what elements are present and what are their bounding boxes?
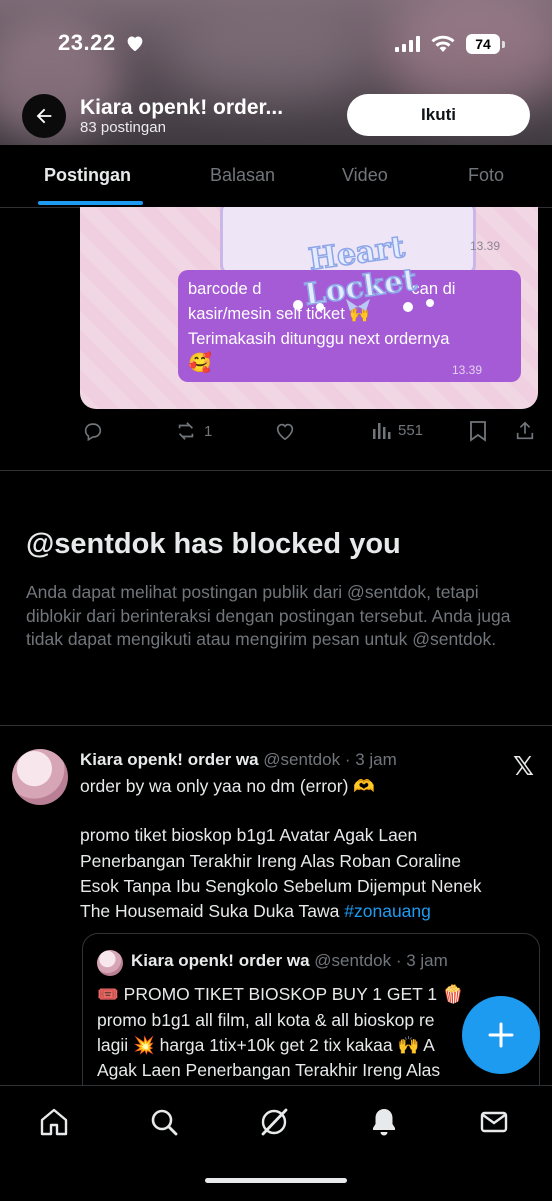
- tweet-text-line-3: Penerbangan Terakhir Ireng Alas Roban Co…: [80, 851, 462, 871]
- repost-button[interactable]: 1: [174, 420, 212, 442]
- quoted-text-line-3: lagii 💥 harga 1tix+10k get 2 tix kakaa 🙌…: [97, 1035, 435, 1055]
- share-icon: [516, 421, 534, 440]
- avatar: [97, 950, 123, 976]
- compose-button[interactable]: [462, 996, 540, 1074]
- chat-bubble-emoji: 🥰: [188, 353, 212, 374]
- chat-card-time: 13.39: [470, 239, 501, 253]
- blocked-description: Anda dapat melihat postingan publik dari…: [26, 582, 511, 649]
- tweet-text-line-5: The Housemaid Suka Duka Tawa #zonauang: [80, 901, 431, 921]
- status-bar: 23.22 74: [0, 30, 552, 60]
- chat-bubble-time: 13.39: [452, 363, 483, 377]
- wifi-icon: [431, 35, 455, 52]
- share-button[interactable]: [514, 420, 536, 442]
- signal-icon: [395, 36, 420, 52]
- messages-icon: [480, 1111, 508, 1133]
- nav-search[interactable]: [146, 1104, 182, 1140]
- active-tab-indicator: [38, 201, 143, 205]
- tweet-text-line-1: order by wa only yaa no dm (error) 🫶: [80, 776, 376, 796]
- repost-count: 1: [204, 422, 213, 440]
- post-media-image[interactable]: 13.39 barcode d can di kasir/mesin self t…: [80, 207, 538, 409]
- repost-icon: [178, 422, 194, 440]
- bookmark-button[interactable]: [468, 420, 488, 442]
- tab-foto[interactable]: Foto: [468, 165, 504, 186]
- back-button[interactable]: [22, 94, 66, 138]
- chat-bubble-line-3: Terimakasih ditunggu next ordernya: [188, 330, 450, 348]
- tweet-time: · 3 jam: [344, 750, 397, 769]
- reply-button[interactable]: [82, 420, 104, 442]
- grok-icon: [261, 1108, 288, 1136]
- x-logo-icon: 𝕏: [513, 752, 534, 782]
- tab-postingan[interactable]: Postingan: [44, 165, 131, 186]
- tab-balasan[interactable]: Balasan: [210, 165, 275, 186]
- quoted-tweet-header: Kiara openk! order wa @sentdok · 3 jam: [131, 951, 448, 971]
- tab-video[interactable]: Video: [342, 165, 388, 186]
- blocked-title: @sentdok has blocked you: [26, 528, 401, 560]
- views-icon: [373, 423, 391, 439]
- plus-icon: [488, 1022, 514, 1048]
- home-indicator: [205, 1178, 347, 1183]
- tweet-header: Kiara openk! order wa @sentdok · 3 jam: [80, 750, 397, 770]
- nav-home[interactable]: [36, 1104, 72, 1140]
- bookmark-icon: [470, 421, 486, 442]
- back-arrow-icon: [36, 108, 52, 124]
- quoted-author-name: Kiara openk! order wa: [131, 951, 310, 970]
- post-count: 83 postingan: [80, 119, 166, 136]
- views-button[interactable]: 551: [372, 420, 423, 440]
- tweet-author-name[interactable]: Kiara openk! order wa: [80, 750, 259, 769]
- views-count: 551: [398, 421, 424, 439]
- bottom-navigation: [0, 1085, 552, 1201]
- nav-grok[interactable]: [256, 1104, 292, 1140]
- like-icon: [276, 423, 294, 441]
- heart-locket-sticker: Heart Locket: [293, 229, 434, 313]
- divider: [0, 725, 552, 726]
- quoted-tweet-time: · 3 jam: [395, 951, 448, 970]
- follow-button[interactable]: Ikuti: [347, 94, 530, 136]
- heart-icon: [127, 36, 143, 52]
- quoted-text-line-4: Agak Laen Penerbangan Terakhir Ireng Ala…: [97, 1060, 441, 1080]
- reply-icon: [84, 423, 102, 442]
- battery-indicator: 74: [466, 34, 500, 54]
- quoted-text-line-1: 🎟️ PROMO TIKET BIOSKOP BUY 1 GET 1 🍿: [97, 984, 464, 1004]
- hashtag-link[interactable]: #zonauang: [344, 901, 431, 921]
- nav-notifications[interactable]: [366, 1104, 402, 1140]
- avatar[interactable]: [12, 749, 68, 805]
- notifications-icon: [373, 1109, 395, 1136]
- status-time: 23.22: [58, 30, 116, 55]
- nav-messages[interactable]: [476, 1104, 512, 1140]
- like-button[interactable]: [274, 420, 296, 442]
- profile-name: Kiara openk! order...: [80, 96, 284, 119]
- post-action-bar: 1 551: [0, 420, 552, 450]
- divider: [0, 470, 552, 471]
- profile-tabs: Postingan Balasan Video Foto: [0, 145, 552, 208]
- search-icon: [151, 1109, 178, 1136]
- quoted-text-line-2: promo b1g1 all film, all kota & all bios…: [97, 1010, 435, 1030]
- tweet-author-handle[interactable]: @sentdok: [263, 750, 340, 769]
- tweet-text-line-2: promo tiket bioskop b1g1 Avatar Agak Lae…: [80, 825, 418, 845]
- tweet-text-line-4: Esok Tanpa Ibu Sengkolo Sebelum Dijemput…: [80, 876, 482, 896]
- home-icon: [40, 1108, 68, 1136]
- quoted-author-handle: @sentdok: [314, 951, 392, 970]
